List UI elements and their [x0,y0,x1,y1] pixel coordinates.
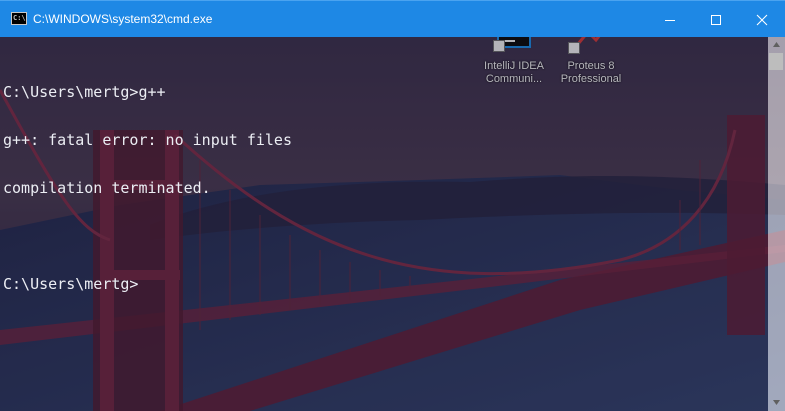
console-line: C:\Users\mertg>g++ [3,83,166,101]
minimize-button[interactable] [647,1,693,38]
console-text: C:\Users\mertg>g++ g++: fatal error: no … [3,52,292,324]
console-prompt-line: C:\Users\mertg> [3,275,139,293]
console-line: compilation terminated. [3,179,211,197]
console-line: g++: fatal error: no input files [3,131,292,149]
scrollbar-thumb[interactable] [769,53,783,70]
maximize-button[interactable] [693,1,739,38]
chevron-down-icon [773,400,780,405]
window-title: C:\WINDOWS\system32\cmd.exe [33,12,213,26]
console-window[interactable]: C:\ C:\WINDOWS\system32\cmd.exe C:\Users… [0,0,785,411]
minimize-icon [665,20,675,21]
chevron-up-icon [773,42,780,47]
title-bar[interactable]: C:\ C:\WINDOWS\system32\cmd.exe [0,0,785,37]
scroll-down-button[interactable] [768,395,785,411]
close-icon [756,14,768,26]
scroll-up-button[interactable] [768,37,785,53]
close-button[interactable] [739,1,785,38]
maximize-icon [711,15,721,25]
cmd-app-icon[interactable]: C:\ [11,12,27,25]
console-output-area[interactable]: C:\Users\mertg>g++ g++: fatal error: no … [0,37,768,411]
vertical-scrollbar[interactable] [768,37,785,411]
